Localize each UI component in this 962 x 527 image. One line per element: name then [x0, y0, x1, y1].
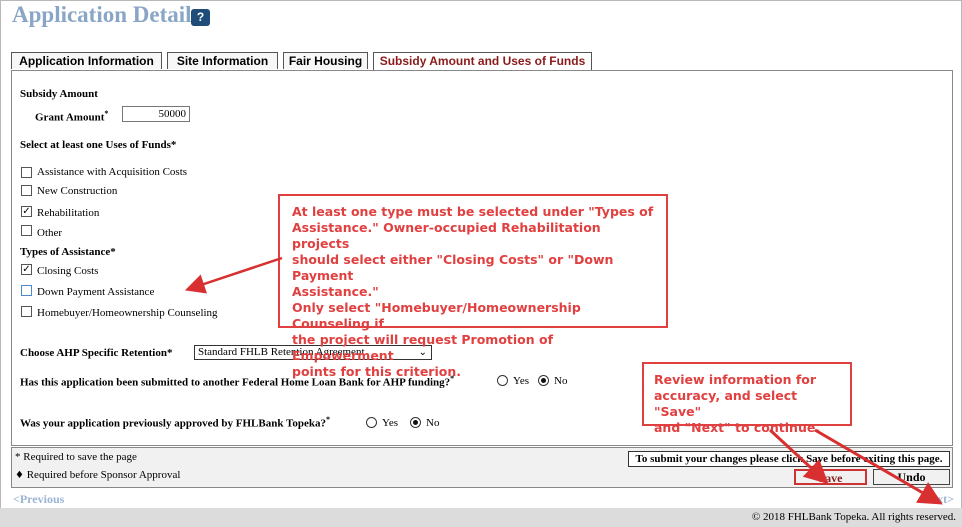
- next-link[interactable]: Next>: [923, 492, 954, 507]
- save-button[interactable]: Save: [794, 469, 867, 485]
- q2-yes-radio[interactable]: [366, 417, 377, 428]
- tab-fair-housing[interactable]: Fair Housing: [283, 52, 368, 69]
- down-payment-checkbox[interactable]: [21, 285, 32, 296]
- tab-site-information[interactable]: Site Information: [167, 52, 278, 69]
- down-payment-label: Down Payment Assistance: [37, 286, 155, 298]
- q2-yes-label: Yes: [382, 417, 399, 429]
- copyright: © 2018 FHLBank Topeka. All rights reserv…: [0, 508, 962, 527]
- closing-costs-checkbox[interactable]: ✓: [21, 264, 32, 275]
- new-construction-label: New Construction: [37, 185, 118, 197]
- counseling-checkbox[interactable]: [21, 306, 32, 317]
- help-icon[interactable]: ?: [191, 9, 210, 26]
- undo-button[interactable]: Undo: [873, 469, 950, 485]
- save-next-callout: Review information for accuracy, and sel…: [642, 362, 852, 435]
- uses-heading: Select at least one Uses of Funds*: [20, 139, 177, 151]
- tab-application-information[interactable]: Application Information: [11, 52, 162, 69]
- q2-no-label: No: [426, 417, 440, 429]
- other-label: Other: [37, 227, 63, 239]
- rehabilitation-checkbox[interactable]: ✓: [21, 206, 32, 217]
- assistance-heading: Types of Assistance*: [20, 246, 116, 258]
- q2-label: Was your application previously approved…: [20, 415, 330, 430]
- sponsor-note: ♦ Required before Sponsor Approval: [15, 469, 181, 481]
- retention-label: Choose AHP Specific Retention*: [20, 347, 173, 359]
- counseling-label: Homebuyer/Homeownership Counseling: [37, 307, 218, 319]
- other-checkbox[interactable]: [21, 225, 32, 236]
- closing-costs-label: Closing Costs: [37, 265, 99, 277]
- subsidy-heading: Subsidy Amount: [20, 88, 98, 100]
- tab-subsidy-amount[interactable]: Subsidy Amount and Uses of Funds: [373, 52, 592, 71]
- new-construction-checkbox[interactable]: [21, 185, 32, 196]
- acquisition-checkbox[interactable]: [21, 167, 32, 178]
- required-note: * Required to save the page: [15, 451, 137, 463]
- diamond-icon: ♦: [15, 470, 24, 481]
- submit-note: To submit your changes please click Save…: [628, 451, 950, 467]
- rehabilitation-label: Rehabilitation: [37, 207, 100, 219]
- previous-link[interactable]: <Previous: [13, 492, 64, 507]
- q2-no-radio[interactable]: [410, 417, 421, 428]
- grant-amount-input[interactable]: 50000: [122, 106, 190, 122]
- grant-amount-label: Grant Amount*: [35, 109, 109, 124]
- types-of-assistance-callout: At least one type must be selected under…: [278, 194, 668, 379]
- acquisition-label: Assistance with Acquisition Costs: [37, 166, 188, 178]
- page-title: Application Details: [12, 2, 201, 27]
